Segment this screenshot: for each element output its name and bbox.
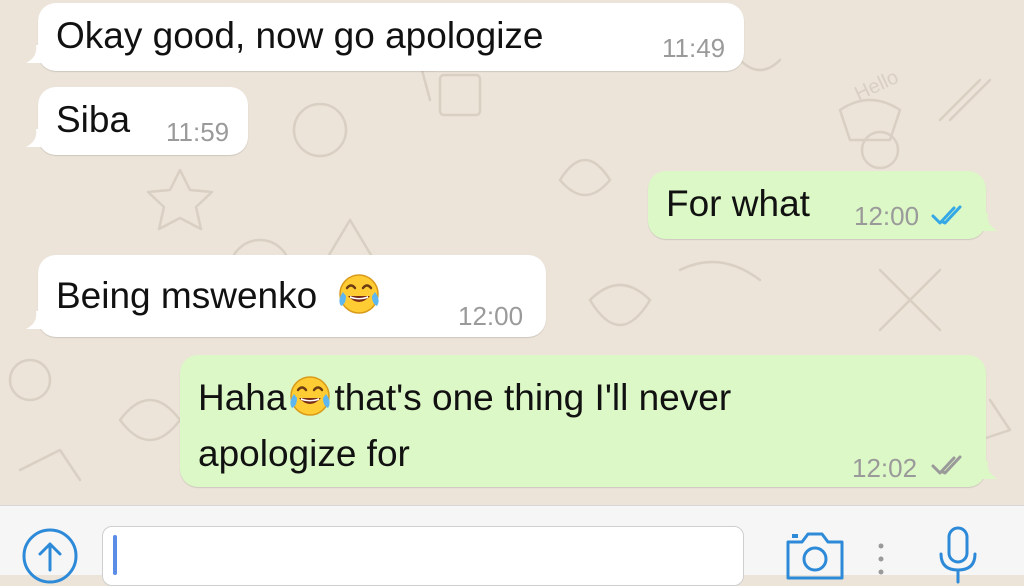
vertical-dots-icon[interactable] bbox=[876, 542, 886, 576]
message-input[interactable] bbox=[103, 527, 743, 585]
text-caret bbox=[113, 535, 117, 575]
face-with-tears-of-joy-icon bbox=[339, 274, 380, 314]
message-time: 12:00 bbox=[458, 301, 524, 331]
message-text-line-1: Haha that's one thing I'll never bbox=[198, 371, 731, 425]
message-text-part: Haha bbox=[198, 377, 287, 418]
face-with-tears-of-joy-icon bbox=[290, 376, 331, 416]
message-text-field[interactable] bbox=[102, 526, 744, 586]
message-time: 11:49 bbox=[662, 33, 726, 63]
message-text-part: that's one thing I'll never bbox=[334, 377, 732, 418]
message-bubble-incoming[interactable]: Being mswenko 12:00 bbox=[26, 255, 546, 337]
message-time: 12:02 bbox=[852, 453, 918, 483]
message-text: Okay good, now go apologize bbox=[56, 15, 544, 56]
bubble-tail bbox=[26, 311, 48, 329]
message-text: Siba bbox=[56, 99, 131, 140]
share-up-arrow-icon[interactable] bbox=[20, 526, 80, 586]
message-input-bar bbox=[0, 505, 1024, 586]
message-bubble-outgoing[interactable]: Haha that's one thing I'll never apologi… bbox=[180, 355, 998, 487]
message-text-part: Being mswenko bbox=[56, 275, 318, 316]
message-text: Being mswenko bbox=[56, 269, 381, 323]
bubble-tail bbox=[26, 129, 48, 147]
microphone-icon[interactable] bbox=[936, 524, 980, 584]
bubble-tail bbox=[26, 45, 48, 63]
message-bubble-incoming[interactable]: Siba 11:59 bbox=[26, 87, 248, 155]
delivered-receipt-icon bbox=[931, 455, 962, 475]
message-time: 11:59 bbox=[166, 117, 230, 147]
camera-icon[interactable] bbox=[782, 528, 848, 582]
message-time: 12:00 bbox=[854, 201, 920, 231]
message-bubble-outgoing[interactable]: For what 12:00 bbox=[648, 171, 998, 239]
message-text: For what bbox=[666, 183, 810, 224]
message-text-line-2: apologize for bbox=[198, 433, 410, 474]
bubble-tail bbox=[976, 213, 998, 231]
bubble-tail bbox=[976, 461, 998, 479]
read-receipt-icon bbox=[931, 205, 962, 225]
message-bubble-incoming[interactable]: Okay good, now go apologize 11:49 bbox=[26, 3, 744, 71]
